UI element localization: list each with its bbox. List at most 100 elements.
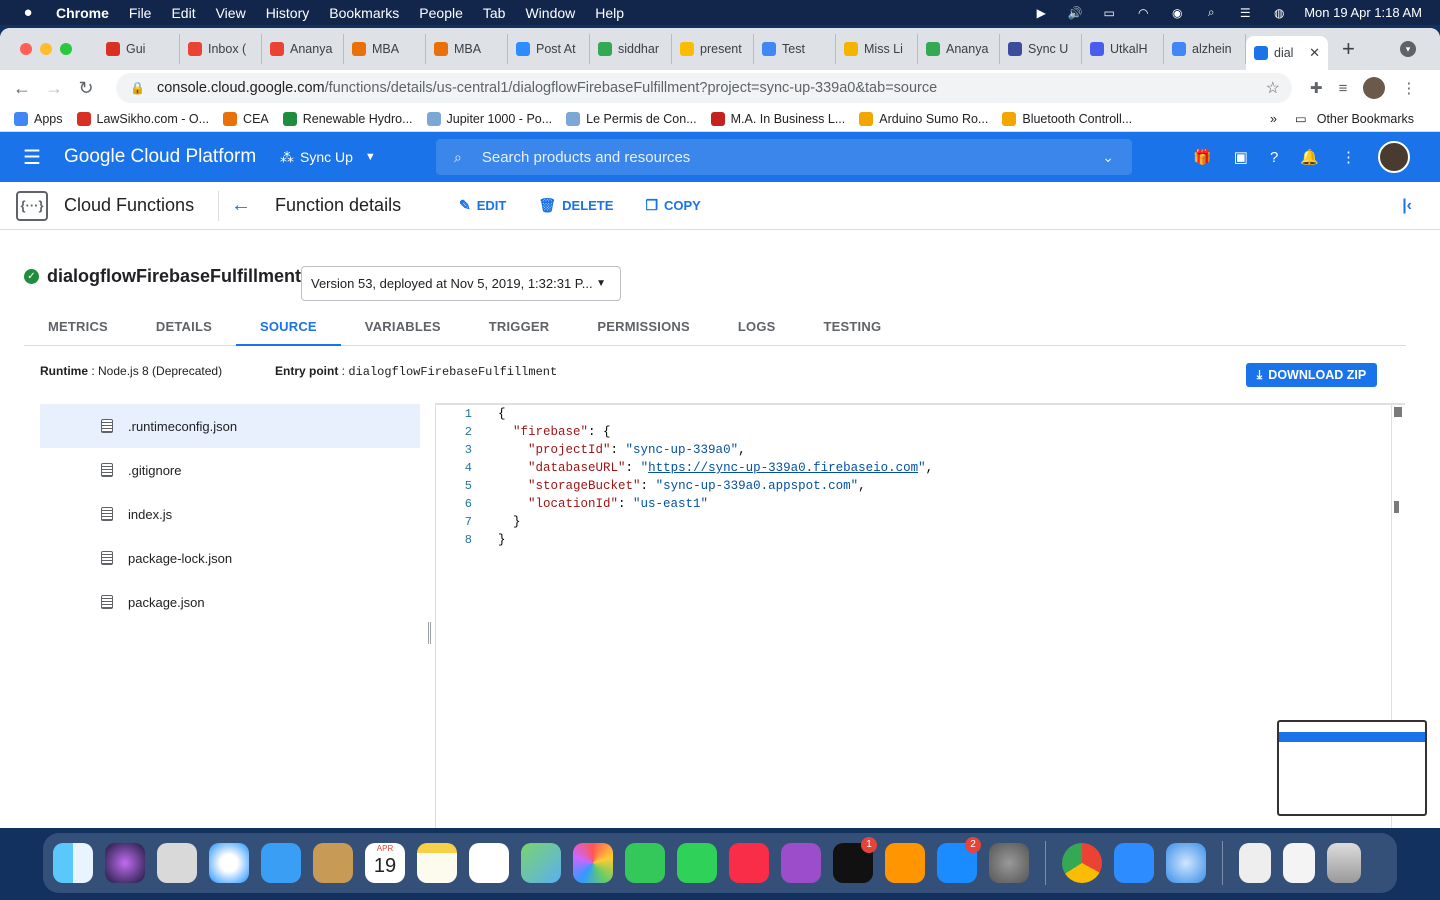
quicktime-icon[interactable] bbox=[1166, 843, 1206, 883]
pdf-file-icon[interactable] bbox=[1283, 843, 1315, 883]
contacts-icon[interactable] bbox=[313, 843, 353, 883]
tab-permissions[interactable]: PERMISSIONS bbox=[573, 314, 714, 346]
file-item[interactable]: index.js bbox=[40, 492, 420, 536]
safari-icon[interactable] bbox=[209, 843, 249, 883]
siri-icon[interactable] bbox=[105, 843, 145, 883]
forward-arrow-icon[interactable]: → bbox=[38, 78, 70, 99]
chrome-icon[interactable] bbox=[1062, 843, 1102, 883]
notifications-bell-icon[interactable]: 🔔 bbox=[1300, 148, 1319, 166]
bookmark-item[interactable]: Bluetooth Controll... bbox=[1002, 111, 1132, 126]
bookmark-item[interactable]: Arduino Sumo Ro... bbox=[859, 111, 988, 126]
bookmark-item[interactable]: Renewable Hydro... bbox=[282, 111, 413, 126]
menu-bookmarks[interactable]: Bookmarks bbox=[329, 5, 399, 21]
browser-tab[interactable]: MBA bbox=[426, 34, 508, 64]
music-icon[interactable] bbox=[729, 843, 769, 883]
collapse-panel-icon[interactable]: |‹ bbox=[1402, 197, 1412, 215]
menu-people[interactable]: People bbox=[419, 5, 463, 21]
file-item[interactable]: .runtimeconfig.json bbox=[40, 404, 420, 448]
control-center-icon[interactable]: ☰ bbox=[1236, 6, 1254, 20]
zoom-window-button[interactable] bbox=[60, 43, 72, 55]
browser-tab[interactable]: MBA bbox=[344, 34, 426, 64]
file-item[interactable]: .gitignore bbox=[40, 448, 420, 492]
tab-search-icon[interactable]: ▾ bbox=[1400, 41, 1416, 57]
profile-avatar[interactable] bbox=[1363, 77, 1386, 99]
books-icon[interactable] bbox=[885, 843, 925, 883]
browser-tab[interactable]: Miss Li bbox=[836, 34, 918, 64]
battery-icon[interactable]: ▭ bbox=[1100, 6, 1118, 20]
more-vert-icon[interactable]: ⋮ bbox=[1341, 148, 1356, 166]
tab-variables[interactable]: VARIABLES bbox=[341, 314, 465, 346]
browser-tab[interactable]: Sync U bbox=[1000, 34, 1082, 64]
wifi-icon[interactable]: ◠ bbox=[1134, 6, 1152, 20]
file-item[interactable]: package.json bbox=[40, 580, 420, 624]
spotlight-icon[interactable]: ⌕ bbox=[1202, 5, 1220, 20]
bookmark-item[interactable]: Le Permis de Con... bbox=[566, 111, 697, 126]
screenshot-thumbnail[interactable] bbox=[1277, 720, 1427, 816]
new-tab-button[interactable]: + bbox=[1342, 36, 1355, 62]
menu-help[interactable]: Help bbox=[595, 5, 624, 21]
delete-button[interactable]: 🗑 DELETE bbox=[538, 197, 613, 214]
file-item[interactable]: package-lock.json bbox=[40, 536, 420, 580]
json-url-link[interactable]: https://sync-up-339a0.firebaseio.com bbox=[648, 461, 918, 475]
browser-tab[interactable]: Ananya bbox=[918, 34, 1000, 64]
browser-tab[interactable]: Inbox ( bbox=[180, 34, 262, 64]
chevron-down-icon[interactable]: ⌄ bbox=[1102, 149, 1114, 166]
bookmark-star-icon[interactable]: ☆ bbox=[1266, 78, 1280, 98]
apple-tv-icon[interactable]: 1 bbox=[833, 837, 877, 883]
tab-testing[interactable]: TESTING bbox=[800, 314, 906, 346]
volume-icon[interactable]: 🔊 bbox=[1066, 6, 1084, 20]
play-icon[interactable]: ▶ bbox=[1032, 6, 1050, 20]
gcp-title[interactable]: Google Cloud Platform bbox=[64, 146, 280, 168]
browser-tab[interactable]: UtkalH bbox=[1082, 34, 1164, 64]
bookmark-item[interactable]: CEA bbox=[223, 111, 269, 126]
trash-icon[interactable] bbox=[1327, 843, 1361, 883]
address-bar[interactable]: 🔒 console.cloud.google.com/functions/det… bbox=[116, 73, 1292, 103]
close-tab-icon[interactable]: ✕ bbox=[1309, 45, 1320, 61]
facetime-icon[interactable] bbox=[677, 843, 717, 883]
browser-tab[interactable]: alzhein bbox=[1164, 34, 1246, 64]
search-input[interactable]: ⌕ Search products and resources ⌄ bbox=[436, 139, 1132, 175]
minimize-window-button[interactable] bbox=[40, 43, 52, 55]
bookmark-item[interactable]: LawSikho.com - O... bbox=[76, 111, 209, 126]
app-store-icon[interactable]: 2 bbox=[937, 837, 981, 883]
reminders-icon[interactable] bbox=[469, 843, 509, 883]
project-selector[interactable]: ⁂ Sync Up ▼ bbox=[280, 149, 436, 166]
tab-logs[interactable]: LOGS bbox=[714, 314, 800, 346]
calendar-icon[interactable]: APR 19 bbox=[365, 843, 405, 883]
siri-icon[interactable]: ◍ bbox=[1270, 6, 1288, 20]
account-avatar[interactable] bbox=[1378, 141, 1410, 173]
browser-tab[interactable]: Post At bbox=[508, 34, 590, 64]
menu-file[interactable]: File bbox=[129, 5, 152, 21]
notes-icon[interactable] bbox=[417, 843, 457, 883]
bookmarks-overflow[interactable]: » bbox=[1270, 112, 1277, 126]
maps-icon[interactable] bbox=[521, 843, 561, 883]
tab-trigger[interactable]: TRIGGER bbox=[465, 314, 574, 346]
back-arrow-icon[interactable]: ← bbox=[231, 194, 267, 217]
gift-icon[interactable]: 🎁 bbox=[1193, 148, 1212, 166]
copy-button[interactable]: ❐ COPY bbox=[645, 197, 700, 214]
tab-details[interactable]: DETAILS bbox=[132, 314, 236, 346]
edit-button[interactable]: ✎ EDIT bbox=[459, 197, 506, 214]
panel-resize-handle[interactable] bbox=[428, 622, 431, 644]
menu-view[interactable]: View bbox=[216, 5, 246, 21]
tab-metrics[interactable]: METRICS bbox=[24, 314, 132, 346]
download-zip-button[interactable]: ⤓ DOWNLOAD ZIP bbox=[1246, 363, 1377, 387]
menu-tab[interactable]: Tab bbox=[483, 5, 506, 21]
bookmark-item[interactable]: M.A. In Business L... bbox=[710, 111, 845, 126]
chrome-menu-icon[interactable]: ⋮ bbox=[1401, 79, 1416, 97]
browser-tab[interactable]: Ananya bbox=[262, 34, 344, 64]
mail-icon[interactable] bbox=[261, 843, 301, 883]
product-name[interactable]: Cloud Functions bbox=[64, 195, 218, 216]
menu-history[interactable]: History bbox=[266, 5, 310, 21]
close-window-button[interactable] bbox=[20, 43, 32, 55]
bookmark-item[interactable]: Jupiter 1000 - Po... bbox=[426, 111, 552, 126]
finder-icon[interactable] bbox=[53, 843, 93, 883]
browser-tab-active[interactable]: dial ✕ bbox=[1246, 36, 1328, 70]
browser-tab[interactable]: siddhar bbox=[590, 34, 672, 64]
hamburger-menu-icon[interactable]: ☰ bbox=[0, 145, 64, 170]
code-editor[interactable]: 1{ 2 "firebase": { 3 "projectId": "sync-… bbox=[435, 403, 1405, 828]
photos-icon[interactable] bbox=[573, 843, 613, 883]
bookmark-item[interactable]: Apps bbox=[14, 111, 63, 126]
back-arrow-icon[interactable]: ← bbox=[6, 78, 38, 99]
zoom-icon[interactable] bbox=[1114, 843, 1154, 883]
